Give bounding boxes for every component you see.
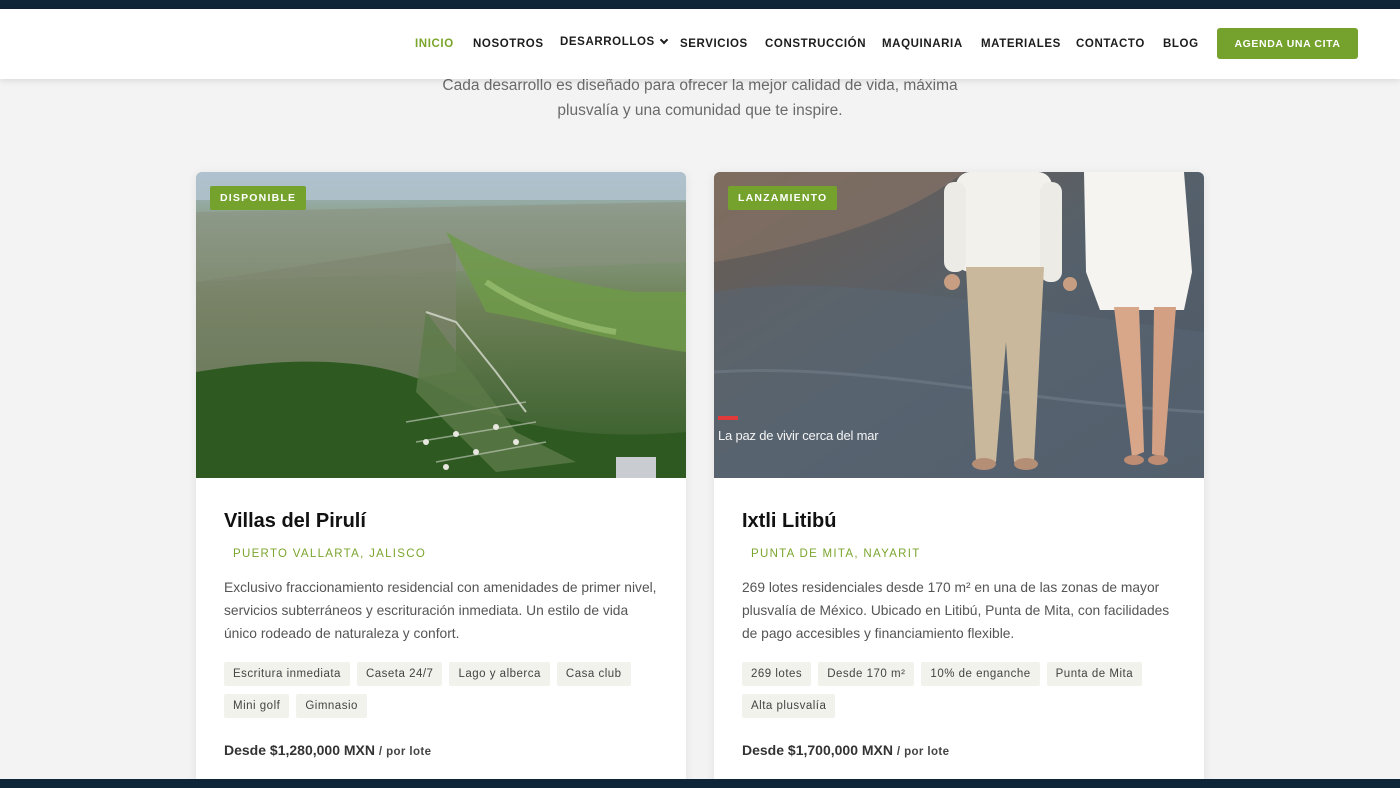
aerial-view-image[interactable]: DISPONIBLE bbox=[196, 172, 686, 478]
card-price: Desde $1,280,000 MXN / por lote bbox=[224, 742, 431, 758]
development-card-ixtli[interactable]: La paz de vivir cerca del mar LANZAMIENT… bbox=[714, 172, 1204, 788]
card-price: Desde $1,700,000 MXN / por lote bbox=[742, 742, 949, 758]
amenity-tag: Lago y alberca bbox=[449, 662, 550, 686]
nav-maquinaria[interactable]: MAQUINARIA bbox=[882, 38, 963, 50]
amenity-tag: 10% de enganche bbox=[921, 662, 1040, 686]
amenity-tag: Desde 170 m² bbox=[818, 662, 915, 686]
price-amount: Desde $1,700,000 MXN bbox=[742, 742, 893, 758]
card-description: 269 lotes residenciales desde 170 m² en … bbox=[742, 580, 1170, 641]
card-location: PUERTO VALLARTA, JALISCO bbox=[233, 548, 427, 560]
section-intro: Cada desarrollo es diseñado para ofrecer… bbox=[400, 73, 1000, 123]
amenity-tag: Escritura inmediata bbox=[224, 662, 350, 686]
chevron-down-icon bbox=[659, 35, 669, 45]
main-navbar: INICIO NOSOTROS DESARROLLOS SERVICIOS CO… bbox=[0, 9, 1400, 79]
amenity-tag: Casa club bbox=[556, 662, 631, 686]
schedule-appointment-button[interactable]: AGENDA UNA CITA bbox=[1217, 28, 1358, 59]
status-badge: LANZAMIENTO bbox=[728, 186, 838, 210]
development-card-villas[interactable]: DISPONIBLE Villas del Pirulí PUERTO VALL… bbox=[196, 172, 686, 788]
price-unit: / por lote bbox=[896, 746, 950, 758]
amenity-tag: Mini golf bbox=[224, 694, 290, 718]
card-location: PUNTA DE MITA, NAYARIT bbox=[751, 548, 921, 560]
nav-desarrollos-label: DESARROLLOS bbox=[560, 36, 655, 48]
price-unit: / por lote bbox=[378, 746, 432, 758]
price-amount: Desde $1,280,000 MXN bbox=[224, 742, 375, 758]
amenity-tags: Escritura inmediata Caseta 24/7 Lago y a… bbox=[224, 662, 664, 718]
card-title[interactable]: Ixtli Litibú bbox=[742, 510, 836, 533]
status-badge: DISPONIBLE bbox=[210, 186, 307, 210]
nav-servicios[interactable]: SERVICIOS bbox=[680, 38, 748, 50]
caption-accent-bar bbox=[718, 416, 738, 420]
nav-construccion[interactable]: CONSTRUCCIÓN bbox=[765, 38, 866, 50]
amenity-tag: Alta plusvalía bbox=[742, 694, 836, 718]
amenity-tags: 269 lotes Desde 170 m² 10% de enganche P… bbox=[742, 662, 1182, 718]
card-title[interactable]: Villas del Pirulí bbox=[224, 510, 366, 533]
nav-contacto[interactable]: CONTACTO bbox=[1076, 38, 1145, 50]
amenity-tag: Caseta 24/7 bbox=[356, 662, 443, 686]
amenity-tag: 269 lotes bbox=[742, 662, 812, 686]
nav-nosotros[interactable]: NOSOTROS bbox=[473, 38, 544, 50]
amenity-tag: Gimnasio bbox=[296, 694, 367, 718]
nav-materiales[interactable]: MATERIALES bbox=[981, 38, 1061, 50]
nav-blog[interactable]: BLOG bbox=[1163, 38, 1199, 50]
top-accent-bar bbox=[0, 0, 1400, 9]
nav-desarrollos[interactable]: DESARROLLOS bbox=[560, 35, 669, 48]
bottom-accent-bar bbox=[0, 779, 1400, 788]
intro-line-2: plusvalía y una comunidad que te inspire… bbox=[557, 102, 843, 119]
aerial-landscape-illustration bbox=[196, 172, 686, 478]
beach-couple-image[interactable]: La paz de vivir cerca del mar LANZAMIENT… bbox=[714, 172, 1204, 478]
image-caption: La paz de vivir cerca del mar bbox=[718, 428, 879, 443]
nav-inicio[interactable]: INICIO bbox=[415, 38, 454, 50]
amenity-tag: Punta de Mita bbox=[1046, 662, 1143, 686]
card-description: Exclusivo fraccionamiento residencial co… bbox=[224, 580, 657, 641]
